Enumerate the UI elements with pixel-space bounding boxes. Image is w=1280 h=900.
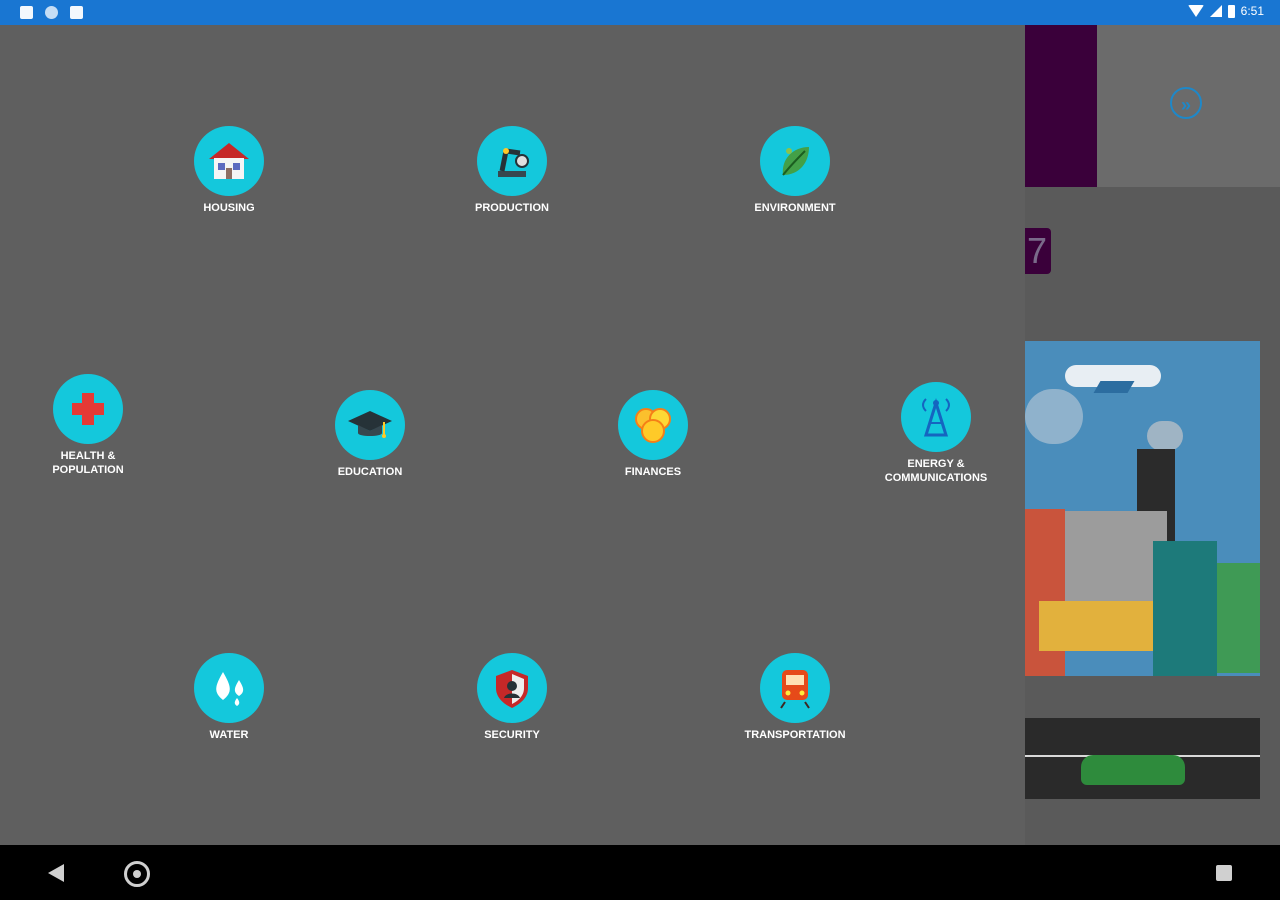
back-icon[interactable]: [48, 864, 64, 882]
category-label: HEALTH & POPULATION: [52, 450, 124, 476]
category-finances[interactable]: FINANCES: [573, 390, 733, 479]
category-menu: HOUSING PRODUCTION ENVIRONMENT HEALTH & …: [0, 25, 1025, 845]
category-energy-communications[interactable]: ENERGY & COMMUNICATIONS: [856, 382, 1016, 485]
smoke-shape: [1147, 421, 1183, 451]
status-time: 6:51: [1240, 4, 1264, 18]
category-water[interactable]: WATER: [149, 653, 309, 742]
graduation-cap-icon: [348, 411, 392, 438]
recent-apps-icon[interactable]: [1216, 865, 1232, 881]
category-health-population[interactable]: HEALTH & POPULATION: [8, 374, 168, 477]
category-label: HOUSING: [203, 202, 255, 214]
home-icon[interactable]: [124, 861, 150, 887]
water-drops-icon: [216, 672, 244, 706]
row-houses: [1039, 601, 1169, 651]
background-screen: » 7: [1025, 25, 1280, 845]
city-illustration: [1025, 341, 1260, 799]
notification-icon: [20, 6, 33, 19]
category-label: FINANCES: [624, 466, 682, 478]
category-label: PRODUCTION: [475, 202, 549, 214]
shield-icon: [496, 670, 528, 708]
leaf-icon: [782, 147, 809, 176]
sidewalk: [1025, 676, 1260, 718]
wifi-icon: [1187, 5, 1204, 17]
airplane-wing: [1093, 381, 1135, 393]
category-label: ENERGY & COMMUNICATIONS: [884, 458, 988, 484]
battery-icon: [1227, 4, 1235, 18]
category-environment[interactable]: ENVIRONMENT: [715, 126, 875, 215]
robot-arm-icon: [498, 148, 529, 177]
category-housing[interactable]: HOUSING: [149, 126, 309, 215]
antenna-tower-icon: [922, 397, 950, 437]
cloud-shape: [1025, 389, 1083, 444]
header-banner: [1025, 25, 1097, 187]
page-badge: 7: [1025, 228, 1051, 274]
category-label: WATER: [209, 729, 249, 741]
category-label: ENVIRONMENT: [754, 202, 836, 214]
category-label: EDUCATION: [337, 466, 403, 478]
double-chevron-right-icon[interactable]: »: [1170, 87, 1202, 119]
green-building: [1217, 563, 1260, 673]
category-transportation[interactable]: TRANSPORTATION: [715, 653, 875, 742]
category-education[interactable]: EDUCATION: [290, 390, 450, 479]
train-icon: [780, 670, 810, 709]
navigation-bar: [0, 845, 1280, 900]
medical-cross-icon: [72, 393, 104, 425]
category-label: SECURITY: [484, 729, 540, 741]
coins-icon: [635, 408, 671, 443]
category-production[interactable]: PRODUCTION: [432, 126, 592, 215]
sd-card-icon: [70, 6, 83, 19]
category-security[interactable]: SECURITY: [432, 653, 592, 742]
house-icon: [209, 143, 249, 179]
sync-icon: [45, 6, 58, 19]
car-shape: [1081, 755, 1185, 785]
category-label: TRANSPORTATION: [744, 729, 846, 741]
signal-icon: [1209, 5, 1222, 17]
status-bar: 6:51: [0, 0, 1280, 25]
